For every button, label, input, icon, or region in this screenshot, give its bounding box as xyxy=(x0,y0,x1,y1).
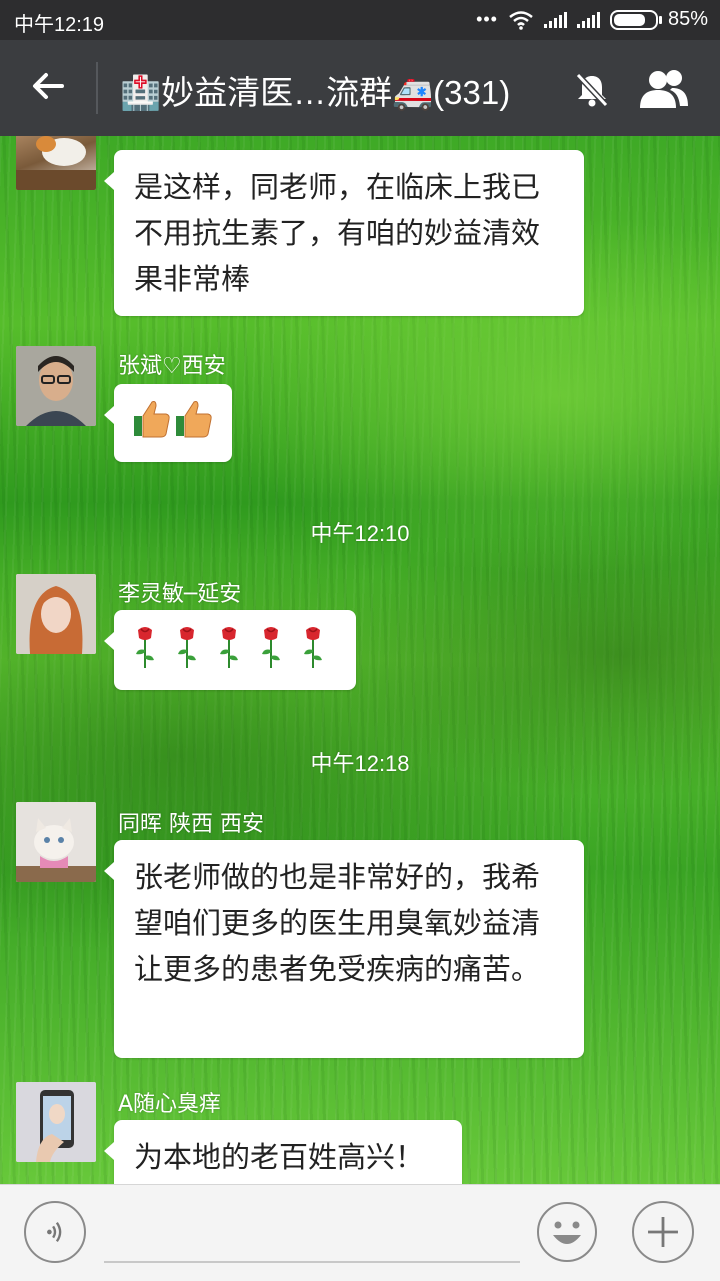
battery-fill xyxy=(613,13,645,26)
avatar[interactable] xyxy=(16,136,96,190)
message-bubble[interactable]: 张老师做的也是非常好的，我希望咱们更多的医生用臭氧妙益清让更多的患者免受疾病的痛… xyxy=(104,840,584,1058)
avatar-image xyxy=(16,346,96,426)
more-notifications-icon: ••• xyxy=(476,9,498,29)
battery-percent: 85% xyxy=(667,8,708,30)
avatar[interactable] xyxy=(16,574,96,654)
group-icon[interactable] xyxy=(636,68,692,112)
avatar[interactable] xyxy=(16,346,96,426)
avatar[interactable] xyxy=(16,1082,96,1162)
sender-name: 张斌♡西安 xyxy=(118,354,226,379)
message-input[interactable] xyxy=(104,1261,520,1263)
title-divider xyxy=(96,62,98,114)
input-bar xyxy=(0,1184,720,1281)
sender-name: 李灵敏─延安 xyxy=(118,582,242,607)
timestamp: 中午12:10 xyxy=(310,521,410,546)
signal-icon xyxy=(543,11,567,28)
bell-off-icon[interactable] xyxy=(572,70,612,110)
sender-name: A随心臭痒 xyxy=(118,1092,222,1117)
message-bubble[interactable]: 是这样，同老师，在临床上我已不用抗生素了，有咱的妙益清效果非常棒 xyxy=(104,150,584,316)
signal-icon-2 xyxy=(576,11,600,28)
message-text: 是这样，同老师，在临床上我已不用抗生素了，有咱的妙益清效果非常棒 xyxy=(134,170,541,296)
timestamp: 中午12:18 xyxy=(310,751,410,776)
message-text: 张老师做的也是非常好的，我希望咱们更多的医生用臭氧妙益清让更多的患者免受疾病的痛… xyxy=(134,860,541,986)
message-bubble[interactable] xyxy=(104,610,356,690)
smiley-icon[interactable] xyxy=(536,1201,598,1263)
title-bar: 🏥妙益清医…流群🚑(331) xyxy=(0,40,720,136)
sender-name: 同晖 陕西 西安 xyxy=(118,812,264,837)
rose-icon xyxy=(136,626,323,669)
message-bubble[interactable] xyxy=(104,384,232,462)
wifi-icon xyxy=(509,10,533,30)
status-time: 中午12:19 xyxy=(14,14,105,36)
avatar-image xyxy=(16,802,96,882)
message-text: 为本地的老百姓高兴！ xyxy=(134,1140,425,1174)
avatar[interactable] xyxy=(16,802,96,882)
avatar-image xyxy=(16,574,96,654)
thumbs-up-icon xyxy=(134,401,212,438)
chat-message-list[interactable]: 是这样，同老师，在临床上我已不用抗生素了，有咱的妙益清效果非常棒 张斌♡西安 中… xyxy=(0,136,720,1184)
plus-icon[interactable] xyxy=(632,1201,694,1263)
status-indicators: ••• 85% xyxy=(476,8,708,31)
status-bar: 中午12:19 ••• 85% xyxy=(0,0,720,40)
battery-icon xyxy=(609,9,662,30)
avatar-image xyxy=(16,1082,96,1162)
arrow-left-icon[interactable] xyxy=(28,66,68,106)
chat-title: 🏥妙益清医…流群🚑(331) xyxy=(120,74,511,111)
avatar-image xyxy=(16,136,96,190)
message-bubble[interactable]: 为本地的老百姓高兴！ xyxy=(104,1120,462,1184)
voice-icon[interactable] xyxy=(24,1201,86,1263)
